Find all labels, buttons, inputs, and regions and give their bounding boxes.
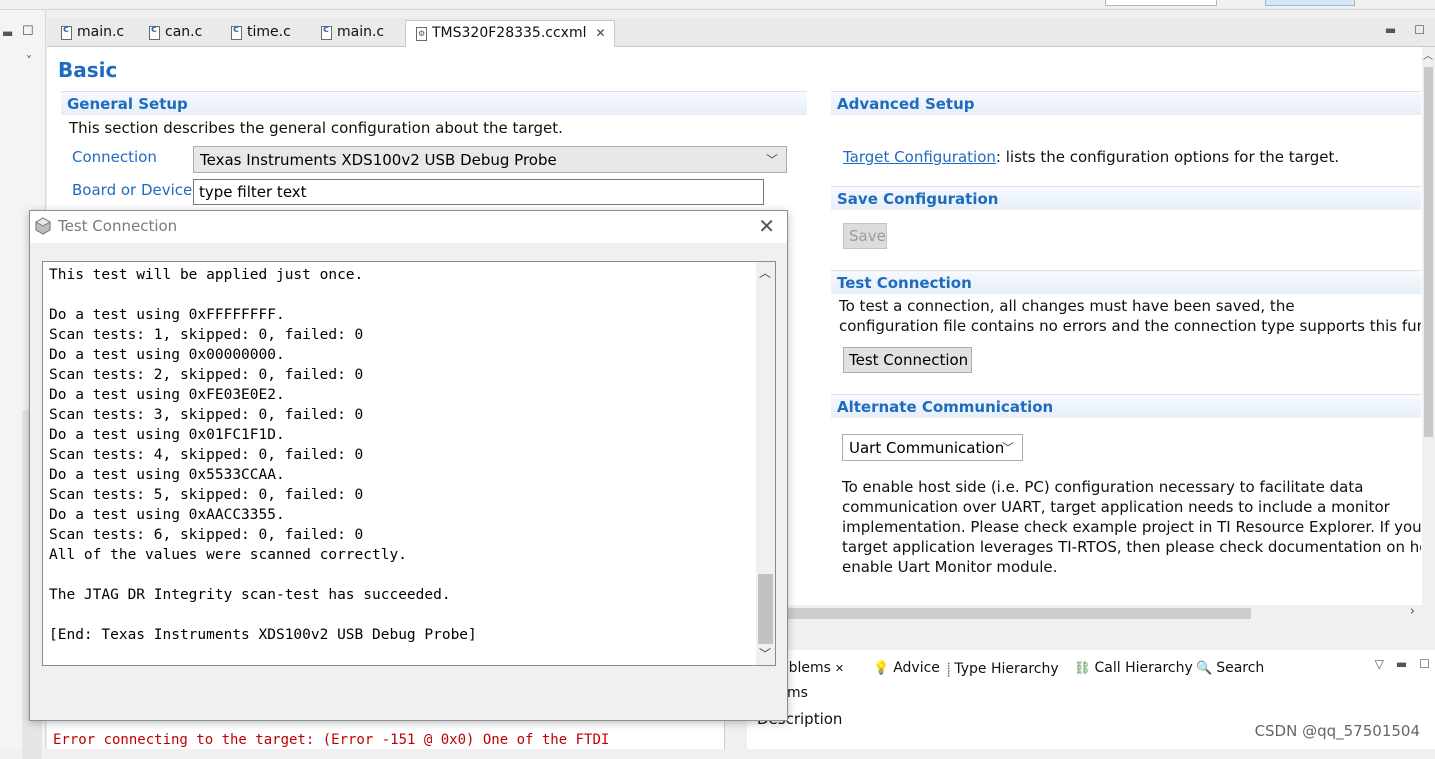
target-configuration-link[interactable]: Target Configuration xyxy=(843,148,996,166)
chevron-right-icon[interactable]: › xyxy=(1410,604,1415,619)
maximize-icon[interactable]: ☐ xyxy=(1414,23,1425,37)
tab-can-c[interactable]: can.c xyxy=(139,20,210,47)
advanced-setup-suffix: : lists the configuration options for th… xyxy=(995,148,1340,166)
dialog-titlebar[interactable]: Test Connection ✕ xyxy=(30,211,787,243)
call-hierarchy-icon: ⛓ xyxy=(1074,660,1091,676)
close-icon[interactable]: ✕ xyxy=(758,214,775,238)
tab-label: TMS320F28335.ccxml xyxy=(432,25,587,41)
board-or-device-label: Board or Device xyxy=(72,181,193,199)
c-file-icon xyxy=(149,24,160,40)
alternate-communication-header[interactable]: Alternate Communication xyxy=(831,394,1421,418)
close-icon[interactable]: ✕ xyxy=(596,26,606,40)
scrollbar-thumb[interactable] xyxy=(758,574,773,644)
scrollbar-thumb[interactable] xyxy=(737,608,1251,619)
tab-label: Call Hierarchy xyxy=(1094,660,1193,676)
uart-description-1: To enable host side (i.e. PC) configurat… xyxy=(842,478,1364,496)
tab-main-c-1[interactable]: main.c xyxy=(51,20,132,47)
tab-advice[interactable]: 💡 Advice xyxy=(873,660,940,676)
uart-description-3: implementation. Please check example pro… xyxy=(842,518,1428,536)
tab-ccxml[interactable]: TMS320F28335.ccxml ✕ xyxy=(405,20,615,47)
search-icon: 🔍 xyxy=(1196,660,1213,676)
app-icon xyxy=(35,217,51,235)
chevron-down-icon: ﹀ xyxy=(765,153,778,167)
dialog-title: Test Connection xyxy=(58,217,178,235)
watermark: CSDN @qq_57501504 xyxy=(1254,722,1420,740)
tab-label: Search xyxy=(1216,660,1265,676)
tab-search[interactable]: 🔍 Search xyxy=(1196,660,1264,676)
connection-label: Connection xyxy=(72,148,157,166)
view-menu-icon[interactable]: ▽ xyxy=(1375,657,1384,671)
close-icon[interactable]: ✕ xyxy=(835,662,844,675)
editor-vertical-scrollbar[interactable]: ︿ xyxy=(1422,47,1435,605)
tab-label: can.c xyxy=(165,24,203,40)
tab-type-hierarchy[interactable]: ⸽ Type Hierarchy xyxy=(947,660,1059,678)
tab-label: Type Hierarchy xyxy=(954,661,1059,677)
save-configuration-header[interactable]: Save Configuration xyxy=(831,186,1421,210)
tabbar-tools: ▬ ☐ xyxy=(1385,23,1425,37)
tab-call-hierarchy[interactable]: ⛓ Call Hierarchy xyxy=(1074,660,1193,676)
tab-label: main.c xyxy=(337,24,385,40)
board-filter-input[interactable]: type filter text xyxy=(193,179,764,205)
log-vertical-scrollbar[interactable]: ︿ ﹀ xyxy=(756,262,775,665)
editor-tab-bar: main.c can.c time.c main.c TMS320F28335.… xyxy=(47,18,1435,47)
bottom-view-tools: ▽ ▬ ☐ xyxy=(1375,657,1430,671)
scrollbar-thumb[interactable] xyxy=(1424,67,1433,437)
advanced-setup-header[interactable]: Advanced Setup xyxy=(831,91,1421,115)
save-button[interactable]: Save xyxy=(843,223,887,249)
log-text: This test will be applied just once. Do … xyxy=(49,267,477,643)
maximize-icon[interactable]: ☐ xyxy=(22,24,34,39)
minimize-icon[interactable]: ▬ xyxy=(2,26,13,40)
tab-label: Advice xyxy=(893,660,940,676)
connection-select[interactable]: Texas Instruments XDS100v2 USB Debug Pro… xyxy=(193,146,787,173)
console-error-text: Error connecting to the target: (Error -… xyxy=(53,732,610,748)
chevron-up-icon[interactable]: ︿ xyxy=(1423,47,1433,62)
chevron-down-icon: ﹀ xyxy=(1001,441,1014,455)
perspective-button[interactable] xyxy=(1265,0,1355,6)
minimize-icon[interactable]: ▬ xyxy=(1396,657,1407,671)
test-connection-text-2: configuration file contains no errors an… xyxy=(839,317,1421,335)
type-hierarchy-icon: ⸽ xyxy=(947,663,951,678)
lightbulb-icon: 💡 xyxy=(873,660,890,676)
test-connection-button[interactable]: Test Connection xyxy=(843,347,972,373)
tab-label: time.c xyxy=(247,24,291,40)
uart-description-4: target application leverages TI-RTOS, th… xyxy=(842,538,1421,556)
tab-problems[interactable]: oblems ✕ xyxy=(780,660,844,676)
uart-description-2: communication over UART, target applicat… xyxy=(842,498,1390,516)
advanced-setup-text: Target Configuration: lists the configur… xyxy=(843,148,1339,166)
uart-communication-select[interactable]: Uart Communication ﹀ xyxy=(842,434,1023,461)
chevron-down-icon[interactable]: ˅ xyxy=(26,54,32,68)
test-connection-text-1: To test a connection, all changes must h… xyxy=(839,297,1295,315)
minimize-icon[interactable]: ▬ xyxy=(1385,23,1396,37)
test-connection-header[interactable]: Test Connection xyxy=(831,270,1421,294)
c-file-icon xyxy=(61,24,72,40)
general-setup-header[interactable]: General Setup xyxy=(61,91,807,115)
test-connection-dialog: Test Connection ✕ This test will be appl… xyxy=(29,210,788,721)
tab-time-c[interactable]: time.c xyxy=(221,20,299,47)
maximize-icon[interactable]: ☐ xyxy=(1419,657,1430,671)
chevron-down-icon[interactable]: ﹀ xyxy=(759,645,771,662)
c-file-icon xyxy=(321,24,332,40)
tab-main-c-2[interactable]: main.c xyxy=(311,20,392,47)
problems-items-label: ms xyxy=(787,685,808,701)
uart-description-5: enable Uart Monitor module. xyxy=(842,558,1058,576)
general-setup-description: This section describes the general confi… xyxy=(69,119,563,137)
tab-label: main.c xyxy=(77,24,125,40)
page-title: Basic xyxy=(58,58,118,82)
ccxml-file-icon xyxy=(416,27,427,41)
top-toolbar-strip xyxy=(0,0,1435,10)
connection-select-value: Texas Instruments XDS100v2 USB Debug Pro… xyxy=(200,151,557,169)
uart-select-value: Uart Communication xyxy=(849,439,1005,457)
c-file-icon xyxy=(231,24,242,40)
chevron-up-icon[interactable]: ︿ xyxy=(759,264,771,281)
quick-access-input[interactable] xyxy=(1105,0,1217,6)
test-connection-log[interactable]: This test will be applied just once. Do … xyxy=(42,261,776,666)
